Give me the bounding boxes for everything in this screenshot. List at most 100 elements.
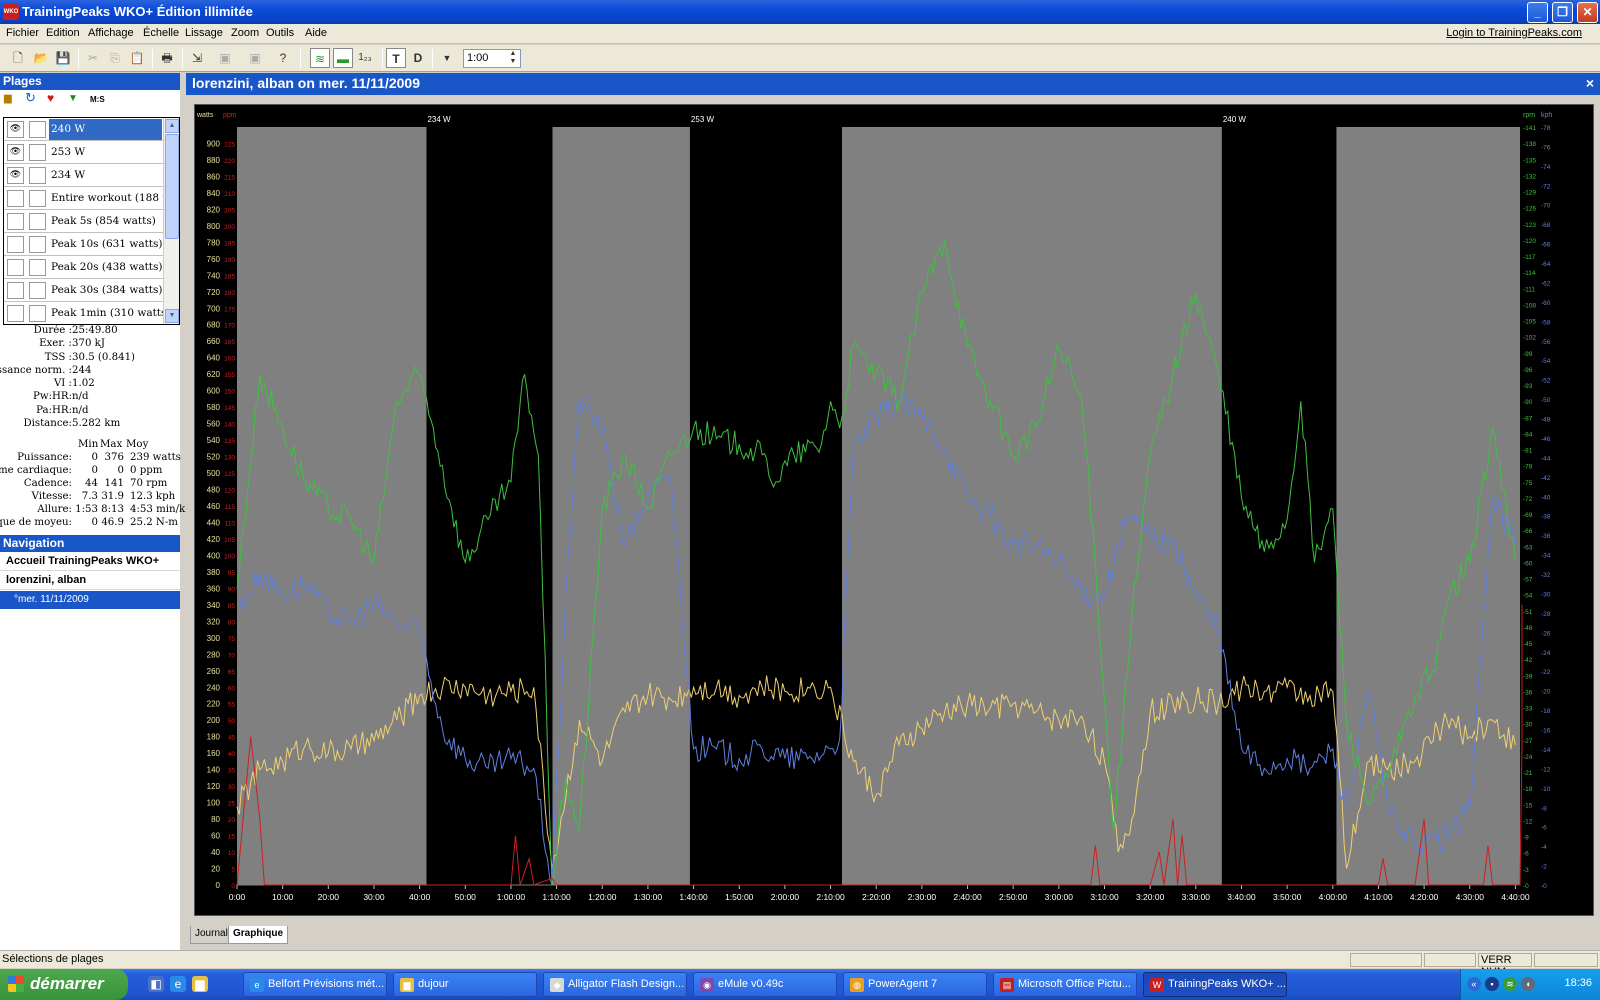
- visibility-eye-icon[interactable]: 👁: [7, 121, 24, 138]
- range-item[interactable]: 👁 253 W: [4, 141, 179, 164]
- tray-arrow-icon[interactable]: «: [1467, 977, 1481, 991]
- save-icon[interactable]: 💾: [53, 48, 73, 68]
- close-document-icon[interactable]: ×: [1586, 75, 1594, 91]
- distance-axis-button[interactable]: D: [408, 48, 428, 68]
- menu-aide[interactable]: Aide: [305, 27, 327, 39]
- visibility-eye-icon[interactable]: [7, 282, 24, 299]
- range-item[interactable]: Peak 30s (384 watts): [4, 279, 179, 302]
- menu-fichier[interactable]: Fichier: [6, 27, 39, 39]
- range-checkbox[interactable]: [29, 282, 46, 299]
- visibility-eye-icon[interactable]: 👁: [7, 167, 24, 184]
- visibility-eye-icon[interactable]: [7, 305, 24, 322]
- graph-fill-icon[interactable]: ▬: [333, 48, 353, 68]
- visibility-eye-icon[interactable]: [7, 259, 24, 276]
- taskbar-task[interactable]: e Belfort Prévisions mét...: [243, 972, 387, 997]
- range-checkbox[interactable]: [29, 213, 46, 230]
- range-checkbox[interactable]: [29, 305, 46, 322]
- start-button[interactable]: démarrer: [0, 969, 128, 1000]
- stat-key: Durée :: [33, 325, 72, 336]
- y-tick-label: -54: [1541, 358, 1551, 365]
- range-checkbox[interactable]: [29, 259, 46, 276]
- menu-affichage[interactable]: Affichage: [88, 27, 134, 39]
- restore-button[interactable]: ❐: [1552, 2, 1573, 23]
- taskbar-task[interactable]: ▆ dujour: [393, 972, 537, 997]
- range-item[interactable]: 👁 234 W: [4, 164, 179, 187]
- new-file-icon[interactable]: 🗋: [8, 48, 28, 68]
- x-tick-label: 3:40:00: [1227, 892, 1256, 902]
- nav-athlete[interactable]: lorenzini, alban: [0, 572, 180, 590]
- y-tick-label: 95: [228, 570, 236, 577]
- range-item[interactable]: Peak 10s (631 watts): [4, 233, 179, 256]
- range-checkbox[interactable]: [29, 190, 46, 207]
- range-checkbox[interactable]: [29, 167, 46, 184]
- folder-icon[interactable]: ▆: [192, 976, 208, 992]
- taskbar-task[interactable]: ◍ PowerAgent 7: [843, 972, 987, 997]
- zoom-spinner-icon[interactable]: ▲ ▼: [506, 50, 520, 67]
- close-button[interactable]: ✕: [1577, 2, 1598, 23]
- y-tick-label: -24: [1541, 650, 1551, 657]
- ie-icon[interactable]: e: [170, 976, 186, 992]
- time-axis-button[interactable]: T: [386, 48, 406, 68]
- nav-selected-workout[interactable]: °mer. 11/11/2009: [0, 591, 180, 609]
- ms-toggle-icon[interactable]: M:S: [90, 95, 105, 104]
- numeric-icon[interactable]: 1₂₃: [355, 48, 375, 68]
- dropdown-arrow-icon[interactable]: ▼: [437, 48, 457, 68]
- open-folder-icon[interactable]: 📂: [31, 48, 51, 68]
- range-checkbox[interactable]: [29, 121, 46, 138]
- filter-icon[interactable]: ▼: [68, 93, 78, 104]
- y-tick-label: 600: [207, 387, 221, 396]
- copy-icon[interactable]: ⎘: [105, 48, 125, 68]
- refresh-icon[interactable]: ↻: [25, 90, 36, 106]
- workout-chart[interactable]: 234 W 253 W 240 Wwatts02040608010012014016…: [195, 105, 1595, 917]
- desktop-icon[interactable]: ◧: [148, 976, 164, 992]
- range-item[interactable]: 👁 240 W: [4, 118, 179, 141]
- range-item[interactable]: Peak 20s (438 watts): [4, 256, 179, 279]
- taskbar-task[interactable]: ◆ Alligator Flash Design...: [543, 972, 687, 997]
- volume-icon[interactable]: ◖: [1521, 977, 1535, 991]
- export-icon[interactable]: ⇲: [187, 48, 207, 68]
- scroll-down-icon[interactable]: ▼: [165, 309, 179, 323]
- tab-graphique[interactable]: Graphique: [228, 926, 289, 944]
- menu-outils[interactable]: Outils: [266, 27, 294, 39]
- range-checkbox[interactable]: [29, 144, 46, 161]
- stat-avg: 25.2 N-m: [130, 517, 178, 529]
- network-icon[interactable]: ▪: [1485, 977, 1499, 991]
- menu-lissage[interactable]: Lissage: [185, 27, 223, 39]
- wifi-icon[interactable]: ≋: [1503, 977, 1517, 991]
- menu-edition[interactable]: Edition: [46, 27, 80, 39]
- scroll-up-icon[interactable]: ▲: [165, 119, 179, 133]
- folder-icon[interactable]: ▆: [4, 93, 12, 104]
- range-item[interactable]: Peak 1min (310 watts): [4, 302, 179, 324]
- cut-icon[interactable]: ✂: [83, 48, 103, 68]
- print-icon[interactable]: 🖶: [157, 48, 177, 68]
- y-tick-label: -0: [1541, 883, 1547, 890]
- menu-zoom[interactable]: Zoom: [231, 27, 259, 39]
- heart-icon[interactable]: ♥: [47, 91, 54, 105]
- minimize-button[interactable]: _: [1527, 2, 1548, 23]
- taskbar-task[interactable]: ◉ eMule v0.49c: [693, 972, 837, 997]
- disabled-tool-icon[interactable]: ▣: [215, 48, 235, 68]
- visibility-eye-icon[interactable]: [7, 213, 24, 230]
- range-item[interactable]: Entire workout (188 watts: [4, 187, 179, 210]
- paste-icon[interactable]: 📋: [127, 48, 147, 68]
- visibility-eye-icon[interactable]: 👁: [7, 144, 24, 161]
- graph-area[interactable]: 234 W 253 W 240 Wwatts 0 20 40 60 80 100 120 140 16…: [194, 104, 1594, 916]
- y-tick-label: -114: [1523, 270, 1536, 277]
- nav-home[interactable]: Accueil TrainingPeaks WKO+: [0, 553, 180, 571]
- menu-echelle[interactable]: Échelle: [143, 27, 179, 39]
- graph-mode-icon[interactable]: ≋: [310, 48, 330, 68]
- visibility-eye-icon[interactable]: [7, 190, 24, 207]
- scroll-thumb[interactable]: [165, 134, 179, 239]
- ranges-scrollbar[interactable]: ▲ ▼: [163, 118, 179, 324]
- tab-journal[interactable]: Journal: [190, 926, 233, 944]
- range-checkbox[interactable]: [29, 236, 46, 253]
- login-link[interactable]: Login to TrainingPeaks.com: [1446, 27, 1582, 39]
- taskbar-task[interactable]: ▤ Microsoft Office Pictu...: [993, 972, 1137, 997]
- range-item[interactable]: Peak 5s (854 watts): [4, 210, 179, 233]
- wko-icon: W: [1150, 978, 1164, 992]
- disabled-tool-icon[interactable]: ▣: [245, 48, 265, 68]
- x-tick-label: 1:50:00: [725, 892, 754, 902]
- help-icon[interactable]: ?: [273, 48, 293, 68]
- visibility-eye-icon[interactable]: [7, 236, 24, 253]
- taskbar-task[interactable]: W TrainingPeaks WKO+ ...: [1143, 972, 1287, 997]
